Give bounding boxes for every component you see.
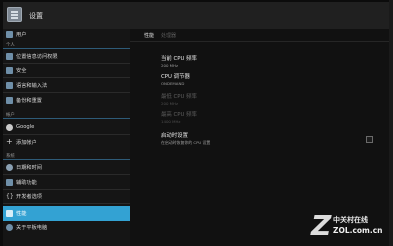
sidebar-item-location[interactable]: 位置信息访问权限: [3, 51, 130, 64]
clock-icon: [6, 164, 13, 171]
lock-icon: [6, 67, 13, 74]
settings-app-icon[interactable]: [7, 7, 22, 22]
performance-icon: [6, 210, 13, 217]
developer-icon: {}: [6, 193, 14, 200]
add-icon: +: [6, 137, 13, 146]
section-divider: [3, 159, 130, 160]
pref-min-cpu-frequency: 最低 CPU 频率 200 MHz: [161, 94, 197, 106]
section-divider: [3, 48, 130, 49]
accessibility-icon: [6, 179, 13, 186]
tab-strip: 性能 处理器: [130, 29, 389, 42]
user-icon: [6, 31, 13, 38]
pref-cpu-governor[interactable]: CPU 调节器 ONDEMAND: [161, 72, 190, 86]
set-on-boot-checkbox[interactable]: [366, 136, 373, 143]
app-title: 设置: [29, 12, 43, 20]
language-icon: [6, 82, 13, 89]
zol-watermark-logo: Z 中关村在线 ZOL.com.cn: [311, 209, 383, 242]
pref-max-cpu-frequency: 最高 CPU 频率 1400 MHz: [161, 112, 197, 124]
section-divider: [3, 118, 130, 119]
location-icon: [6, 53, 13, 60]
sidebar-item-about[interactable]: 关于平板电脑: [3, 222, 130, 234]
zol-z-logo: Z: [311, 209, 332, 242]
settings-sidebar: 用户 个人 位置信息访问权限 安全 语言和输入法 备份和重置 帐户 Google…: [3, 29, 130, 246]
sidebar-item-add-account[interactable]: + 添加帐户: [3, 137, 130, 149]
tab-performance[interactable]: 性能: [144, 32, 154, 39]
pref-set-on-boot[interactable]: 启动时设置 在启动时恢复你的 CPU 设置: [161, 131, 210, 146]
action-bar: 设置: [3, 2, 389, 30]
sidebar-item-google[interactable]: Google: [3, 122, 130, 135]
backup-icon: [6, 97, 13, 104]
sidebar-item-language[interactable]: 语言和输入法: [3, 80, 130, 93]
sidebar-item-backup[interactable]: 备份和重置: [3, 95, 130, 107]
sidebar-header-accounts: 帐户: [3, 112, 130, 119]
google-icon: [6, 124, 13, 131]
sidebar-item-date-time[interactable]: 日期和时间: [3, 162, 130, 175]
pref-current-cpu-frequency[interactable]: 当前 CPU 频率 200 MHz: [161, 54, 197, 68]
sidebar-item-accessibility[interactable]: 辅助功能: [3, 177, 130, 190]
tab-processor[interactable]: 处理器: [161, 32, 176, 39]
screen-edge: [389, 0, 393, 246]
sidebar-item-users[interactable]: 用户: [3, 29, 130, 41]
settings-screen: 设置 用户 个人 位置信息访问权限 安全 语言和输入法 备份和重置 帐户 Goo…: [0, 0, 393, 246]
sidebar-item-performance[interactable]: 性能: [3, 206, 130, 221]
sidebar-header-personal: 个人: [3, 42, 130, 49]
info-icon: [6, 224, 13, 231]
sidebar-item-developer[interactable]: {} 开发者选项: [3, 191, 130, 204]
sidebar-item-security[interactable]: 安全: [3, 65, 130, 78]
sidebar-header-system: 系统: [3, 153, 130, 160]
